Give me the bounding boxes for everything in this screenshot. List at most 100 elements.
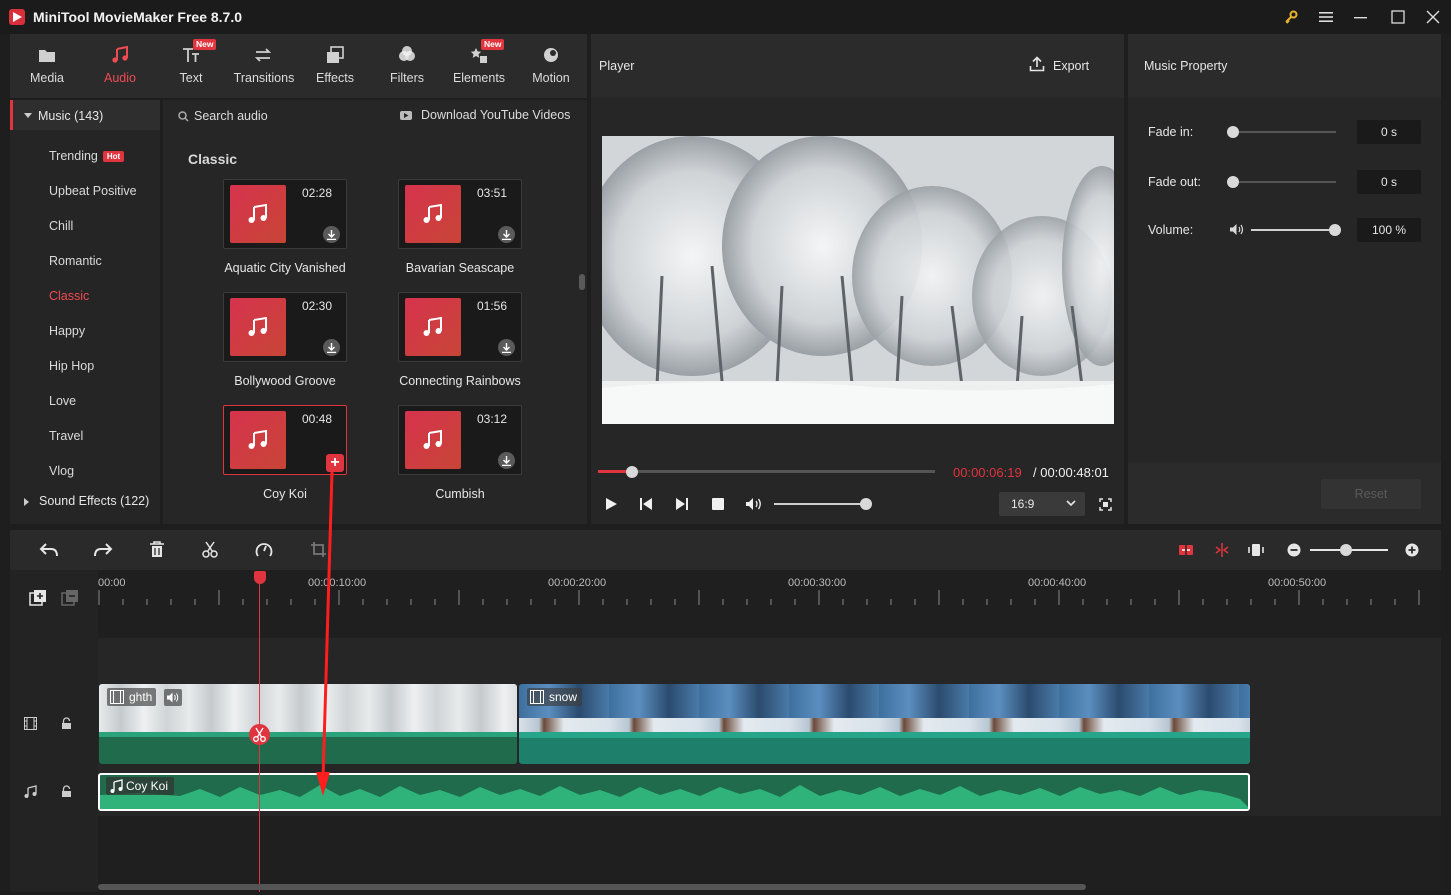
timeline-scrollbar[interactable]: [98, 884, 1086, 890]
music-note-icon: [112, 46, 128, 63]
zoom-out-icon[interactable]: [1287, 543, 1301, 557]
fit-timeline-icon[interactable]: [1248, 542, 1264, 558]
zoom-handle[interactable]: [1340, 544, 1352, 556]
scissors-icon[interactable]: [202, 541, 218, 558]
sidebar-item-happy[interactable]: Happy: [49, 324, 85, 338]
previous-frame-button[interactable]: [639, 497, 653, 511]
sound-effects-category[interactable]: Sound Effects (122): [39, 494, 149, 508]
sidebar-item-chill[interactable]: Chill: [49, 219, 73, 233]
tab-audio-label: Audio: [104, 71, 136, 85]
film-icon: [530, 690, 544, 704]
sidebar-item-trending[interactable]: Trending Hot: [49, 149, 125, 163]
zoom-in-icon[interactable]: [1405, 543, 1419, 557]
add-to-timeline-icon[interactable]: +: [326, 454, 344, 472]
video-clip[interactable]: snow: [519, 684, 1250, 764]
download-icon[interactable]: [323, 226, 340, 243]
delete-icon[interactable]: [149, 541, 165, 558]
caret-right-icon[interactable]: [24, 498, 29, 506]
download-icon[interactable]: [498, 226, 515, 243]
aspect-ratio-select[interactable]: 16:9: [999, 492, 1085, 516]
remove-track-icon[interactable]: [61, 589, 79, 607]
caret-down-icon[interactable]: [24, 113, 32, 118]
chevron-down-icon: [1066, 500, 1076, 507]
tab-elements[interactable]: New Elements: [443, 34, 515, 98]
fade-in-handle[interactable]: [1227, 126, 1239, 138]
music-category-header[interactable]: Music (143): [38, 109, 103, 123]
export-button[interactable]: Export: [1053, 59, 1089, 73]
tab-audio[interactable]: Audio: [84, 34, 156, 98]
fade-in-value[interactable]: 0 s: [1357, 120, 1421, 144]
fade-out-value[interactable]: 0 s: [1357, 170, 1421, 194]
speaker-icon[interactable]: [745, 497, 763, 511]
download-icon[interactable]: [498, 452, 515, 469]
fade-in-slider[interactable]: [1232, 131, 1336, 133]
next-frame-button[interactable]: [675, 497, 689, 511]
track-card[interactable]: 02:30: [223, 292, 347, 362]
search-input[interactable]: Search audio: [194, 109, 268, 123]
player-volume-handle[interactable]: [860, 498, 872, 510]
snap-icon[interactable]: [1214, 542, 1230, 558]
motion-icon: [544, 48, 558, 62]
minimize-icon[interactable]: [1352, 8, 1370, 26]
tab-media[interactable]: Media: [11, 34, 83, 98]
stop-button[interactable]: [712, 498, 724, 510]
music-thumbnail: [405, 298, 461, 356]
tab-effects[interactable]: Effects: [299, 34, 371, 98]
sidebar-item-love[interactable]: Love: [49, 394, 76, 408]
download-icon[interactable]: [498, 339, 515, 356]
sidebar-item-romantic[interactable]: Romantic: [49, 254, 102, 268]
menu-icon[interactable]: [1317, 8, 1335, 26]
split-mode-icon[interactable]: [1178, 542, 1194, 558]
player-progress-track[interactable]: [598, 470, 935, 473]
track-duration: 02:30: [301, 299, 332, 313]
download-youtube-link[interactable]: Download YouTube Videos: [421, 108, 570, 122]
add-track-icon[interactable]: [29, 589, 47, 607]
tab-filters[interactable]: Filters: [371, 34, 443, 98]
tab-text[interactable]: New Text: [155, 34, 227, 98]
key-icon[interactable]: [1282, 8, 1300, 26]
lock-icon[interactable]: [61, 717, 72, 730]
clip-audio-icon[interactable]: [164, 689, 182, 706]
volume-handle[interactable]: [1329, 224, 1341, 236]
player-progress-handle[interactable]: [626, 466, 639, 478]
video-clip[interactable]: ghth: [99, 684, 517, 764]
sidebar-item-travel[interactable]: Travel: [49, 429, 83, 443]
audio-clip-label: Coy Koi: [106, 777, 175, 795]
player-volume-track[interactable]: [774, 503, 866, 505]
audio-category-sidebar: Music (143) Trending Hot Upbeat Positive …: [10, 100, 160, 524]
download-icon[interactable]: [323, 339, 340, 356]
volume-value[interactable]: 100 %: [1357, 218, 1421, 242]
clip-audio-strip: [99, 732, 517, 737]
volume-slider[interactable]: [1251, 229, 1335, 231]
sidebar-item-hip-hop[interactable]: Hip Hop: [49, 359, 94, 373]
tab-motion[interactable]: Motion: [515, 34, 587, 98]
redo-icon[interactable]: [93, 542, 113, 558]
play-button[interactable]: [604, 497, 618, 511]
fade-out-handle[interactable]: [1227, 176, 1239, 188]
crop-icon[interactable]: [310, 541, 327, 558]
split-scissors-button[interactable]: [249, 724, 270, 745]
audio-track-icon: [24, 785, 37, 798]
tab-transitions[interactable]: Transitions: [227, 34, 301, 98]
audio-clip[interactable]: Coy Koi: [98, 773, 1250, 811]
music-property-panel: Music Property Fade in: 0 s Fade out: 0 …: [1128, 34, 1441, 524]
sidebar-item-classic[interactable]: Classic: [49, 289, 89, 303]
track-card[interactable]: 02:28: [223, 179, 347, 249]
close-icon[interactable]: [1424, 8, 1442, 26]
speed-icon[interactable]: [255, 541, 273, 559]
track-card[interactable]: 03:12: [398, 405, 522, 475]
playhead-handle[interactable]: [254, 571, 266, 584]
maximize-icon[interactable]: [1389, 8, 1407, 26]
library-scrollbar[interactable]: [579, 274, 585, 290]
lock-icon[interactable]: [61, 785, 72, 798]
fullscreen-icon[interactable]: [1099, 498, 1112, 511]
track-card-selected[interactable]: 00:48 +: [223, 405, 347, 475]
track-card[interactable]: 01:56: [398, 292, 522, 362]
reset-button[interactable]: Reset: [1321, 479, 1421, 509]
track-card[interactable]: 03:51: [398, 179, 522, 249]
sidebar-item-vlog[interactable]: Vlog: [49, 464, 74, 478]
time-ruler[interactable]: 00:00 00:00:10:00 00:00:20:00 00:00:30:0…: [98, 570, 1441, 610]
undo-icon[interactable]: [39, 542, 59, 558]
sidebar-item-upbeat-positive[interactable]: Upbeat Positive: [49, 184, 137, 198]
fade-out-slider[interactable]: [1232, 181, 1336, 183]
